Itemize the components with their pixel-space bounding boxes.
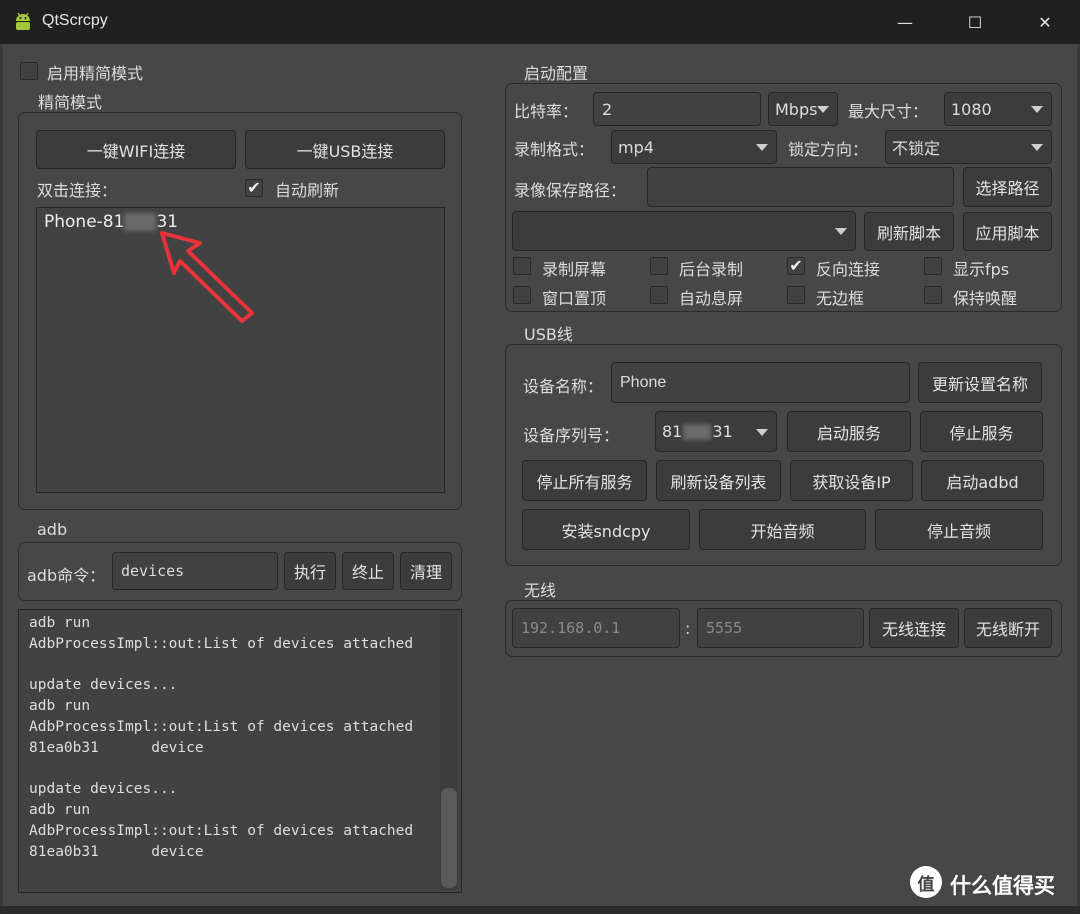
background-record-checkbox[interactable] <box>650 257 668 275</box>
execute-button[interactable]: 执行 <box>284 552 336 590</box>
stop-audio-button[interactable]: 停止音频 <box>875 509 1043 550</box>
lock-orientation-label: 锁定方向： <box>788 140 869 159</box>
max-size-select[interactable]: 1080 <box>944 92 1052 126</box>
start-config-group-title: 启动配置 <box>524 64 589 83</box>
serial-number-select[interactable]: 81 31 <box>655 411 777 452</box>
stop-all-services-button[interactable]: 停止所有服务 <box>522 460 647 501</box>
checkmark-icon: ✔ <box>789 256 803 275</box>
maximize-button[interactable]: ☐ <box>952 6 998 38</box>
adb-command-input[interactable]: devices <box>112 552 278 590</box>
log-line: AdbProcessImpl::out:List of devices atta… <box>29 718 414 735</box>
refresh-script-button[interactable]: 刷新脚本 <box>864 212 954 251</box>
usb-group-title: USB线 <box>524 325 573 344</box>
adb-log-lines: adb run AdbProcessImpl::out:List of devi… <box>29 613 434 863</box>
log-line: 81ea0b31 device <box>29 843 204 860</box>
simple-mode-group-title: 精简模式 <box>38 93 103 112</box>
lock-orientation-select[interactable]: 不锁定 <box>885 130 1052 164</box>
window-title: QtScrcpy <box>42 12 108 29</box>
wireless-disconnect-button[interactable]: 无线断开 <box>964 608 1052 648</box>
auto-refresh-checkbox[interactable]: ✔ <box>245 179 263 197</box>
double-click-connect-label: 双击连接： <box>37 181 118 200</box>
log-scrollbar-thumb[interactable] <box>441 788 457 888</box>
background-record-label: 后台录制 <box>679 260 744 279</box>
log-line: adb run <box>29 802 91 819</box>
bitrate-input[interactable]: 2 <box>593 92 761 126</box>
chevron-down-icon <box>1031 106 1043 113</box>
show-fps-checkbox[interactable] <box>924 257 942 275</box>
max-size-label: 最大尺寸： <box>848 102 929 121</box>
log-line: update devices... <box>29 781 178 798</box>
record-path-label: 录像保存路径： <box>514 181 627 200</box>
start-audio-button[interactable]: 开始音频 <box>699 509 866 550</box>
adb-command-label: adb命令： <box>27 566 106 585</box>
log-line: AdbProcessImpl::out:List of devices atta… <box>29 822 414 839</box>
record-screen-label: 录制屏幕 <box>542 260 607 279</box>
show-fps-label: 显示fps <box>953 260 1010 279</box>
auto-screen-off-checkbox[interactable] <box>650 286 668 304</box>
minimize-button[interactable]: — <box>882 6 928 38</box>
log-line: adb run <box>29 615 91 631</box>
serial-number-label: 设备序列号： <box>523 426 620 445</box>
reverse-connect-checkbox[interactable]: ✔ <box>787 257 805 275</box>
keep-awake-checkbox[interactable] <box>924 286 942 304</box>
keep-awake-label: 保持唤醒 <box>953 289 1018 308</box>
wireless-group-title: 无线 <box>524 581 557 600</box>
record-format-label: 录制格式： <box>514 140 595 159</box>
ip-address-input[interactable]: 192.168.0.1 <box>512 608 680 648</box>
frameless-label: 无边框 <box>816 289 865 308</box>
window-bottom-edge <box>0 906 1080 914</box>
chevron-down-icon <box>756 428 768 436</box>
watermark-logo-icon: 值 <box>910 866 942 898</box>
log-line: 81ea0b31 device <box>29 739 204 756</box>
wireless-connect-button[interactable]: 无线连接 <box>869 608 959 648</box>
device-name-input[interactable]: Phone <box>611 362 910 403</box>
record-path-input[interactable] <box>647 167 954 207</box>
terminate-button[interactable]: 终止 <box>342 552 394 590</box>
clear-button[interactable]: 清理 <box>400 552 452 590</box>
chevron-down-icon <box>1031 144 1043 151</box>
refresh-device-list-button[interactable]: 刷新设备列表 <box>656 460 781 501</box>
auto-refresh-label: 自动刷新 <box>275 181 340 200</box>
simple-mode-checkbox[interactable] <box>20 62 38 80</box>
start-service-button[interactable]: 启动服务 <box>787 411 911 452</box>
update-device-name-button[interactable]: 更新设置名称 <box>918 362 1042 403</box>
record-screen-checkbox[interactable] <box>513 257 531 275</box>
window-on-top-checkbox[interactable] <box>513 286 531 304</box>
usb-connect-button[interactable]: 一键USB连接 <box>245 130 445 169</box>
reverse-connect-label: 反向连接 <box>816 260 881 279</box>
get-device-ip-button[interactable]: 获取设备IP <box>790 460 913 501</box>
install-sndcpy-button[interactable]: 安装sndcpy <box>522 509 690 550</box>
window-on-top-label: 窗口置顶 <box>542 289 607 308</box>
simple-mode-toggle-label: 启用精简模式 <box>47 64 144 83</box>
android-app-icon <box>12 10 34 32</box>
apply-script-button[interactable]: 应用脚本 <box>963 212 1052 251</box>
script-select[interactable] <box>512 211 856 251</box>
device-name-label: 设备名称： <box>523 377 604 396</box>
chevron-down-icon <box>756 144 768 151</box>
bitrate-label: 比特率： <box>514 102 579 121</box>
port-input[interactable]: 5555 <box>697 608 864 648</box>
redacted-serial <box>683 423 712 440</box>
chevron-down-icon <box>817 106 829 113</box>
auto-screen-off-label: 自动息屏 <box>679 289 744 308</box>
checkmark-icon: ✔ <box>247 178 261 197</box>
log-line: AdbProcessImpl::out:List of devices atta… <box>29 635 414 652</box>
frameless-checkbox[interactable] <box>787 286 805 304</box>
annotation-arrow-icon <box>160 231 254 323</box>
log-line: adb run <box>29 698 91 715</box>
ip-port-separator: : <box>685 619 691 638</box>
log-line: update devices... <box>29 677 178 694</box>
wifi-connect-button[interactable]: 一键WIFI连接 <box>36 130 236 169</box>
chevron-down-icon <box>835 228 847 235</box>
close-button[interactable]: ✕ <box>1022 6 1068 38</box>
record-format-select[interactable]: mp4 <box>611 130 777 164</box>
adb-group-title: adb <box>37 520 68 539</box>
stop-service-button[interactable]: 停止服务 <box>920 411 1043 452</box>
watermark-text: 什么值得买 <box>950 874 1055 898</box>
start-adbd-button[interactable]: 启动adbd <box>921 460 1044 501</box>
select-path-button[interactable]: 选择路径 <box>963 167 1052 207</box>
bitrate-unit-select[interactable]: Mbps <box>768 92 838 126</box>
